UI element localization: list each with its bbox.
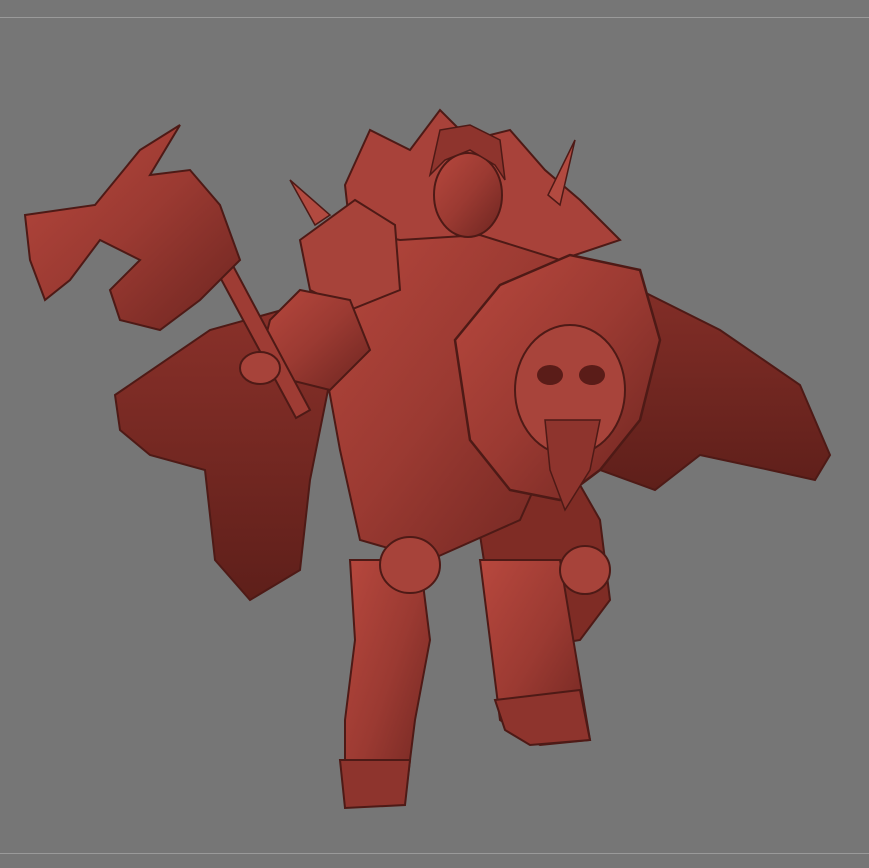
viewport-bottom-border	[0, 853, 869, 854]
sculpt-model-icon[interactable]	[0, 0, 869, 868]
viewport-canvas[interactable]	[0, 0, 869, 868]
hand	[239, 351, 281, 385]
head	[433, 152, 503, 238]
knee-guard-left	[379, 536, 441, 594]
boot-right	[493, 688, 592, 747]
skull-eye-right	[579, 365, 605, 385]
boot-left	[338, 759, 412, 810]
skull-eye-left	[537, 365, 563, 385]
knee-guard-right	[559, 545, 611, 595]
axe-head	[23, 124, 242, 332]
shoulder-horn	[289, 179, 332, 227]
